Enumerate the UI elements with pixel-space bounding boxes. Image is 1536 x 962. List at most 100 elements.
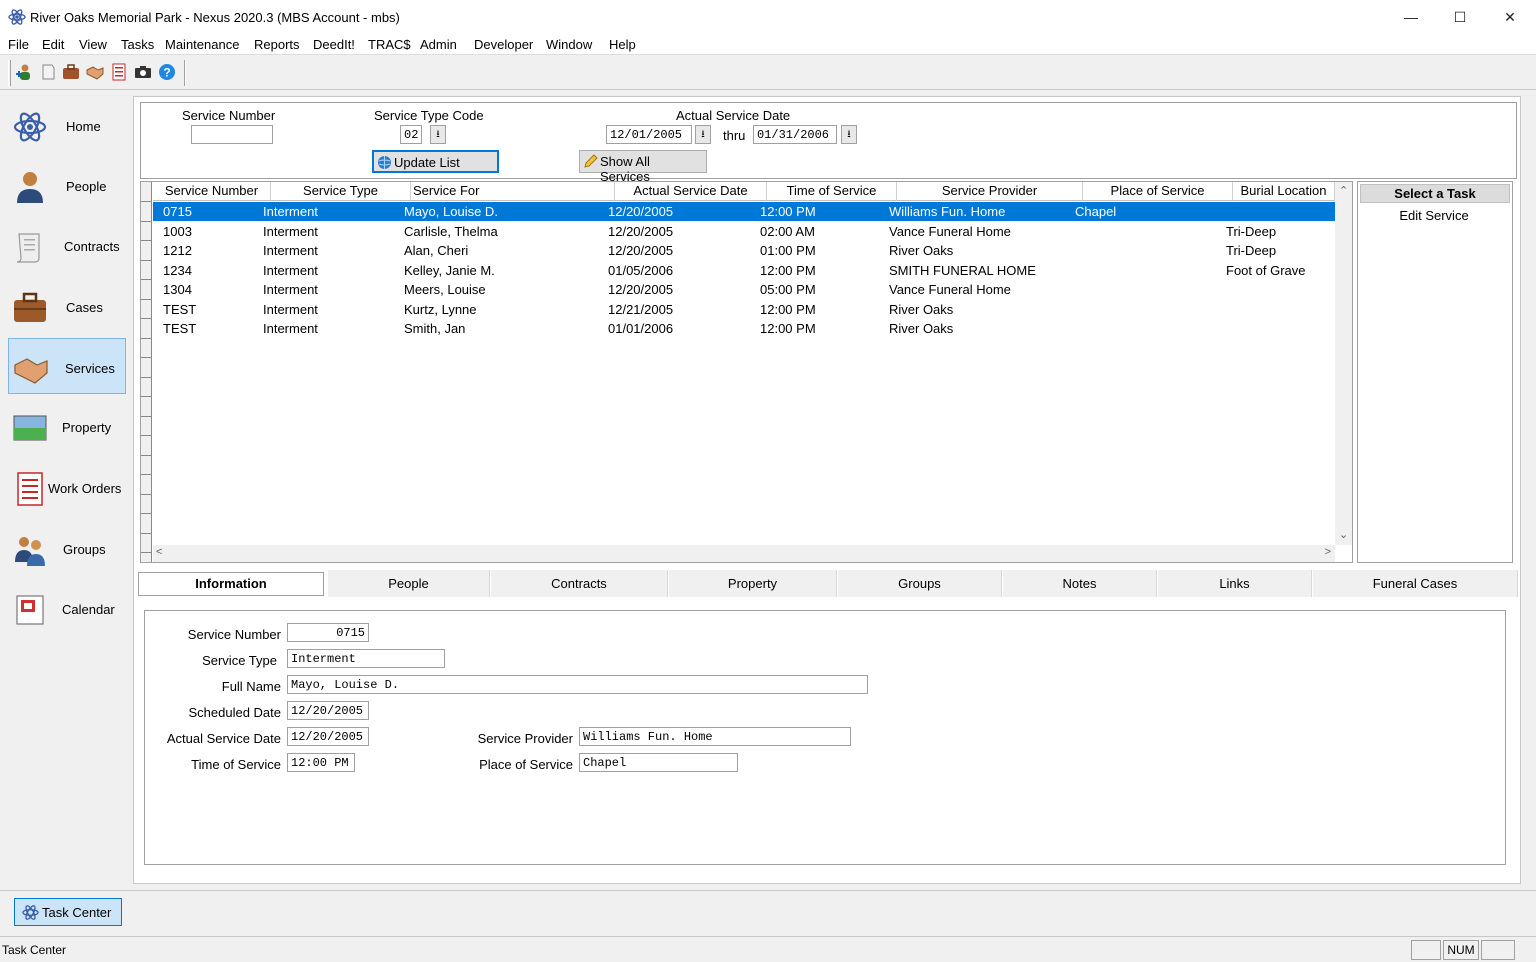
cell-service-provider: River Oaks — [889, 321, 954, 336]
menu-developer[interactable]: Developer — [474, 37, 533, 52]
full-name-field[interactable]: Mayo, Louise D. — [287, 675, 868, 694]
table-row[interactable]: TEST Interment Kurtz, Lynne 12/21/2005 12:00… — [153, 300, 1335, 319]
actual-service-date-label: Actual Service Date — [166, 731, 281, 746]
date-from-field[interactable]: 12/01/2005 — [606, 125, 692, 144]
cell-place-of-service: Chapel — [1075, 204, 1117, 219]
tab-property[interactable]: Property — [669, 570, 837, 597]
date-to-field[interactable]: 01/31/2006 — [753, 125, 837, 144]
column-header-service-for[interactable]: Service For — [411, 182, 615, 201]
table-row[interactable]: 1212 Interment Alan, Cheri 12/20/2005 01:00 … — [153, 241, 1335, 260]
sidebar-item-work-orders[interactable]: Work Orders — [8, 459, 126, 515]
cell-burial-location: Tri-Deep — [1226, 243, 1277, 258]
service-type-field[interactable]: Interment — [287, 649, 445, 668]
sidebar-item-label: Cases — [66, 300, 103, 315]
menu-maintenance[interactable]: Maintenance — [165, 37, 239, 52]
close-button[interactable]: ✕ — [1487, 0, 1533, 34]
scheduled-date-field[interactable]: 12/20/2005 — [287, 701, 369, 720]
scroll-right-icon[interactable]: > — [1325, 546, 1331, 558]
service-type-code-field[interactable]: 02 — [400, 125, 422, 144]
task-center-button[interactable]: Task Center — [14, 898, 122, 926]
service-number-filter-input[interactable] — [191, 125, 273, 144]
table-row[interactable]: 0715 Interment Mayo, Louise D. 12/20/2005 12… — [153, 202, 1335, 221]
cell-service-number: 1304 — [163, 282, 192, 297]
sidebar-item-home[interactable]: Home — [8, 97, 126, 153]
menu-tasks[interactable]: Tasks — [121, 37, 154, 52]
sidebar-item-groups[interactable]: Groups — [8, 520, 126, 576]
sidebar-item-property[interactable]: Property — [8, 398, 126, 454]
table-row[interactable]: TEST Interment Smith, Jan 01/01/2006 12:00 P… — [153, 319, 1335, 338]
scroll-up-icon[interactable]: ⌃ — [1339, 184, 1348, 197]
handshake-icon[interactable] — [86, 63, 104, 81]
cell-time-of-service: 01:00 PM — [760, 243, 816, 258]
column-header-burial-location[interactable]: Burial Location — [1233, 182, 1335, 201]
service-provider-field[interactable]: Williams Fun. Home — [579, 727, 851, 746]
menu-admin[interactable]: Admin — [420, 37, 457, 52]
menu-window[interactable]: Window — [546, 37, 592, 52]
person-add-icon[interactable] — [15, 63, 33, 81]
title-bar: River Oaks Memorial Park - Nexus 2020.3 … — [0, 0, 1536, 34]
case-icon[interactable] — [62, 63, 80, 81]
tab-contracts[interactable]: Contracts — [491, 570, 668, 597]
table-row[interactable]: 1003 Interment Carlisle, Thelma 12/20/2005 0… — [153, 222, 1335, 241]
column-header-service-type[interactable]: Service Type — [271, 182, 411, 201]
globe-icon — [378, 156, 391, 169]
toolbar-grip[interactable] — [8, 60, 11, 86]
sidebar-item-contracts[interactable]: Contracts — [8, 217, 126, 273]
tab-notes[interactable]: Notes — [1003, 570, 1157, 597]
cell-service-number: 1212 — [163, 243, 192, 258]
camera-icon[interactable] — [134, 63, 152, 81]
menu-deedit[interactable]: DeedIt! — [313, 37, 355, 52]
column-header-time-of-service[interactable]: Time of Service — [767, 182, 897, 201]
menu-reports[interactable]: Reports — [254, 37, 300, 52]
cell-service-provider: SMITH FUNERAL HOME — [889, 262, 1036, 278]
atom-icon — [8, 9, 26, 25]
tab-groups[interactable]: Groups — [838, 570, 1002, 597]
update-list-button[interactable]: Update List — [372, 150, 499, 173]
tab-information[interactable]: Information — [138, 572, 324, 596]
actual-service-date-field[interactable]: 12/20/2005 — [287, 727, 369, 746]
column-header-service-number[interactable]: Service Number — [153, 182, 271, 201]
cell-service-number: 0715 — [163, 204, 192, 219]
column-header-actual-service-date[interactable]: Actual Service Date — [615, 182, 767, 201]
maximize-button[interactable]: ☐ — [1437, 0, 1483, 34]
sidebar-item-cases[interactable]: Cases — [8, 278, 126, 334]
menu-help[interactable]: Help — [609, 37, 636, 52]
table-row[interactable]: 1304 Interment Meers, Louise 12/20/2005 05:0… — [153, 280, 1335, 299]
tab-funeral-cases[interactable]: Funeral Cases — [1313, 570, 1518, 597]
menu-view[interactable]: View — [79, 37, 107, 52]
sidebar-item-calendar[interactable]: Calendar — [8, 580, 126, 636]
tab-links[interactable]: Links — [1158, 570, 1312, 597]
menu-file[interactable]: File — [8, 37, 29, 52]
menu-edit[interactable]: Edit — [42, 37, 64, 52]
time-of-service-field[interactable]: 12:00 PM — [287, 753, 355, 772]
cell-service-for: Kelley, Janie M. — [404, 262, 495, 278]
grid-horizontal-scrollbar[interactable]: < > — [153, 545, 1335, 562]
date-from-picker-button[interactable]: ⭳ — [695, 125, 711, 144]
show-all-services-button[interactable]: Show All Services — [579, 150, 707, 184]
tab-people[interactable]: People — [328, 570, 490, 597]
cell-service-type: Interment — [263, 243, 318, 258]
cell-service-for: Meers, Louise — [404, 282, 486, 297]
service-type-lookup-button[interactable]: ⭳ — [430, 125, 446, 144]
sidebar-item-people[interactable]: People — [8, 157, 126, 213]
table-row[interactable]: 1234 Interment Kelley, Janie M. 01/05/2006 1… — [153, 261, 1335, 280]
grid-vertical-scrollbar[interactable]: ⌃ ⌄ — [1335, 182, 1352, 545]
minimize-button[interactable]: — — [1388, 0, 1434, 34]
scroll-down-icon[interactable]: ⌄ — [1339, 528, 1348, 541]
date-to-picker-button[interactable]: ⭳ — [841, 125, 857, 144]
briefcase-icon — [14, 292, 46, 322]
column-header-place-of-service[interactable]: Place of Service — [1083, 182, 1233, 201]
cell-burial-location: Foot of Grave — [1226, 262, 1306, 278]
task-edit-service[interactable]: Edit Service — [1358, 208, 1510, 223]
menu-tracs[interactable]: TRAC$ — [368, 37, 411, 52]
place-of-service-field[interactable]: Chapel — [579, 753, 738, 772]
form-icon[interactable] — [110, 63, 128, 81]
sidebar-item-services[interactable]: Services — [8, 338, 126, 394]
service-number-field[interactable]: 0715 — [287, 623, 369, 642]
calendar-icon — [16, 595, 44, 625]
scroll-left-icon[interactable]: < — [156, 546, 162, 558]
document-icon[interactable] — [39, 63, 57, 81]
help-icon[interactable]: ? — [158, 63, 176, 81]
services-panel: Service Number Service Type Code 02 ⭳ Ac… — [133, 96, 1521, 884]
column-header-service-provider[interactable]: Service Provider — [897, 182, 1083, 201]
